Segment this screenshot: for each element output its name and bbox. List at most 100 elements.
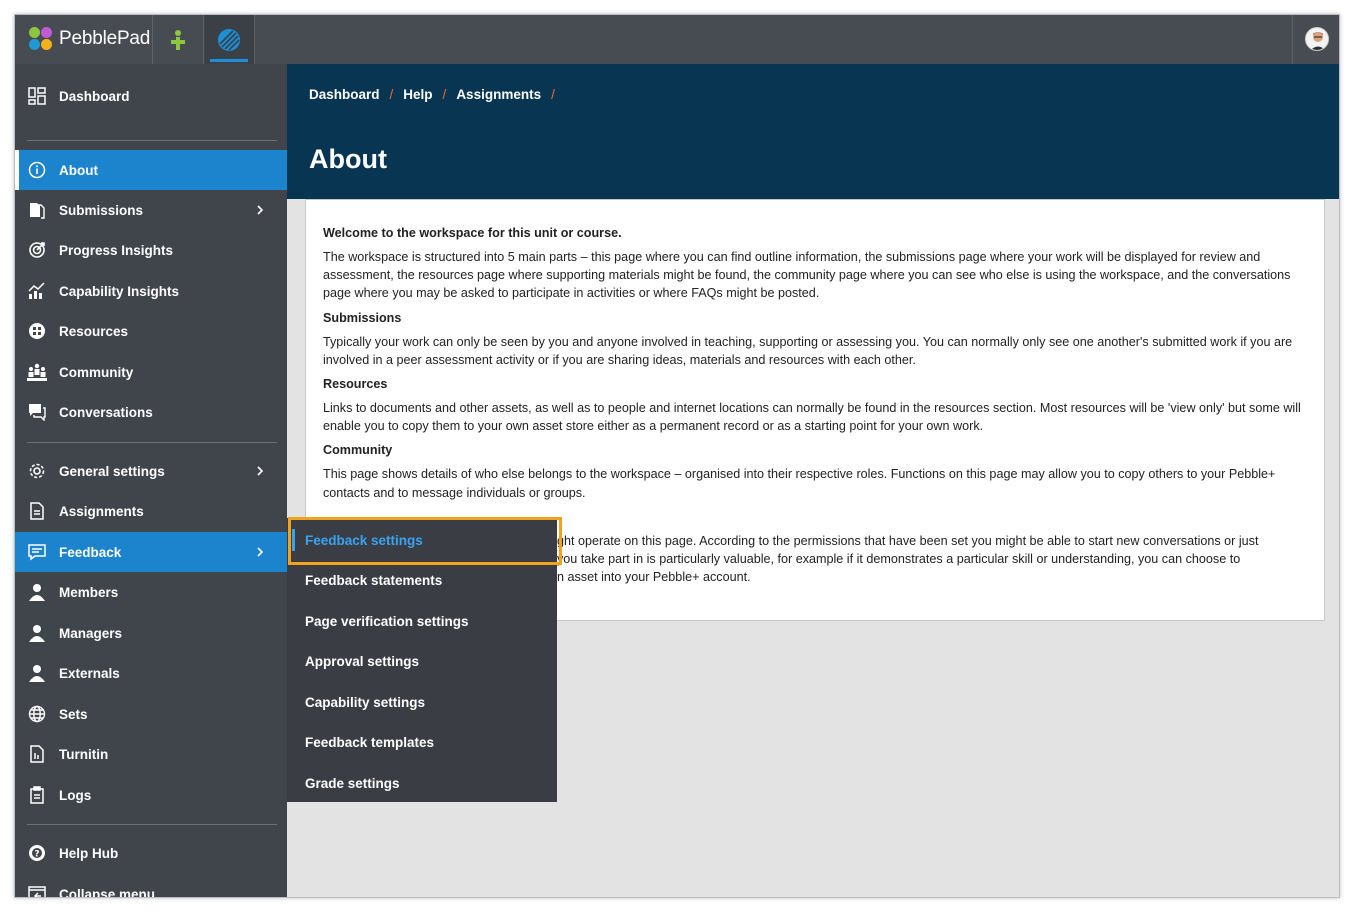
conversations-icon <box>27 402 47 422</box>
sidebar-item-members[interactable]: Members <box>15 572 287 612</box>
sidebar-item-label: Help Hub <box>59 845 119 861</box>
gear-icon <box>27 461 47 481</box>
brand-name: PebblePad <box>59 28 151 49</box>
info-icon <box>27 160 47 180</box>
sidebar-item-label: Resources <box>59 323 129 339</box>
atlas-icon[interactable] <box>204 15 254 64</box>
sidebar-item-collapse-menu[interactable]: Collapse menu <box>15 874 287 898</box>
chevron-right-icon <box>257 205 264 215</box>
sidebar-divider <box>27 824 277 825</box>
menu-item-feedback-settings[interactable]: Feedback settings <box>287 520 557 560</box>
page-header: Dashboard / Help / Assignments / About <box>287 64 1339 199</box>
welcome-heading: Welcome to the workspace for this unit o… <box>323 226 622 240</box>
topbar-divider <box>1292 15 1293 64</box>
bar-chart-icon <box>27 281 47 301</box>
menu-item-feedback-statements[interactable]: Feedback statements <box>287 560 557 600</box>
breadcrumb-separator: / <box>442 87 447 102</box>
breadcrumb-separator: / <box>551 87 555 102</box>
sidebar-item-general-settings[interactable]: General settings <box>15 451 287 491</box>
collapse-icon <box>27 884 47 897</box>
sidebar-item-label: Managers <box>59 625 123 641</box>
sidebar-item-label: Feedback <box>59 544 122 560</box>
menu-item-capability-settings[interactable]: Capability settings <box>287 682 557 722</box>
community-icon <box>27 362 47 382</box>
sidebar-item-conversations[interactable]: Conversations <box>15 392 287 432</box>
person-icon <box>27 623 47 643</box>
document-icon <box>27 744 47 764</box>
resources-icon <box>27 321 47 341</box>
menu-item-feedback-templates[interactable]: Feedback templates <box>287 722 557 762</box>
submissions-heading: Submissions <box>323 310 402 325</box>
person-icon <box>27 663 47 683</box>
feedback-icon <box>27 542 47 562</box>
intro-paragraph: The workspace is structured into 5 main … <box>323 250 1291 301</box>
resources-heading: Resources <box>323 377 388 392</box>
page-title: About <box>309 144 387 174</box>
sidebar-item-resources[interactable]: Resources <box>15 311 287 351</box>
sidebar-item-label: Sets <box>59 706 88 722</box>
sidebar-item-label: Submissions <box>59 202 144 218</box>
breadcrumb: Dashboard / Help / Assignments / <box>309 87 565 102</box>
svg-text:?: ? <box>34 850 39 860</box>
sidebar-item-label: Dashboard <box>59 88 130 104</box>
sidebar-item-dashboard[interactable]: Dashboard <box>15 76 287 116</box>
breadcrumb-dashboard[interactable]: Dashboard <box>309 87 380 102</box>
feedback-flyout-menu: Feedback settings Feedback statements Pa… <box>287 518 557 802</box>
logo-mark-icon <box>29 27 53 51</box>
sidebar-item-sets[interactable]: Sets <box>15 694 287 734</box>
app-window: PebblePad Dashboard About Submissions Pr… <box>14 14 1340 898</box>
resources-paragraph: Links to documents and other assets, as … <box>323 401 1301 434</box>
submissions-icon <box>27 200 47 220</box>
menu-item-grade-settings[interactable]: Grade settings <box>287 763 557 803</box>
sidebar-item-label: Members <box>59 584 119 600</box>
sidebar-item-label: Logs <box>59 787 92 803</box>
target-icon <box>27 240 47 260</box>
sidebar-item-feedback[interactable]: Feedback <box>15 532 287 572</box>
sidebar-item-capability-insights[interactable]: Capability Insights <box>15 271 287 311</box>
sidebar-item-logs[interactable]: Logs <box>15 775 287 815</box>
sidebar-item-label: Progress Insights <box>59 242 174 258</box>
help-icon: ? <box>27 843 47 863</box>
top-bar: PebblePad <box>15 15 1339 64</box>
breadcrumb-assignments[interactable]: Assignments <box>456 87 541 102</box>
sidebar: Dashboard About Submissions Progress Ins… <box>15 64 287 898</box>
chevron-right-icon <box>257 466 264 476</box>
sidebar-item-label: Community <box>59 364 134 380</box>
menu-item-page-verification-settings[interactable]: Page verification settings <box>287 601 557 641</box>
sidebar-item-label: Assignments <box>59 503 144 519</box>
pebble-plus-icon[interactable] <box>153 15 203 64</box>
community-heading: Community <box>323 443 393 458</box>
community-paragraph: This page shows details of who else belo… <box>323 467 1276 500</box>
sidebar-item-label: Conversations <box>59 404 153 420</box>
sidebar-item-about[interactable]: About <box>15 150 287 190</box>
sidebar-item-community[interactable]: Community <box>15 352 287 392</box>
pebblepad-logo[interactable]: PebblePad <box>29 26 150 52</box>
sidebar-item-turnitin[interactable]: Turnitin <box>15 734 287 774</box>
sidebar-item-help-hub[interactable]: ? Help Hub <box>15 833 287 873</box>
document-icon <box>27 501 47 521</box>
sidebar-item-label: Turnitin <box>59 746 109 762</box>
user-avatar[interactable] <box>1305 27 1329 51</box>
sidebar-item-managers[interactable]: Managers <box>15 613 287 653</box>
sidebar-item-progress-insights[interactable]: Progress Insights <box>15 230 287 270</box>
sidebar-item-assignments[interactable]: Assignments <box>15 491 287 531</box>
sidebar-item-label: Collapse menu <box>59 886 156 898</box>
sidebar-item-label: Externals <box>59 665 120 681</box>
dashboard-icon <box>27 86 47 106</box>
breadcrumb-separator: / <box>389 87 394 102</box>
sidebar-item-submissions[interactable]: Submissions <box>15 190 287 230</box>
person-icon <box>27 582 47 602</box>
submissions-paragraph: Typically your work can only be seen by … <box>323 334 1293 367</box>
sidebar-item-label: About <box>59 162 98 178</box>
globe-icon <box>27 704 47 724</box>
menu-item-approval-settings[interactable]: Approval settings <box>287 641 557 681</box>
sidebar-divider <box>27 442 277 443</box>
clipboard-icon <box>27 785 47 805</box>
sidebar-divider <box>27 140 277 141</box>
sidebar-item-externals[interactable]: Externals <box>15 653 287 693</box>
chevron-right-icon <box>257 547 264 557</box>
topbar-divider <box>254 15 255 64</box>
sidebar-item-label: General settings <box>59 463 165 479</box>
sidebar-item-label: Capability Insights <box>59 283 180 299</box>
breadcrumb-help[interactable]: Help <box>403 87 432 102</box>
